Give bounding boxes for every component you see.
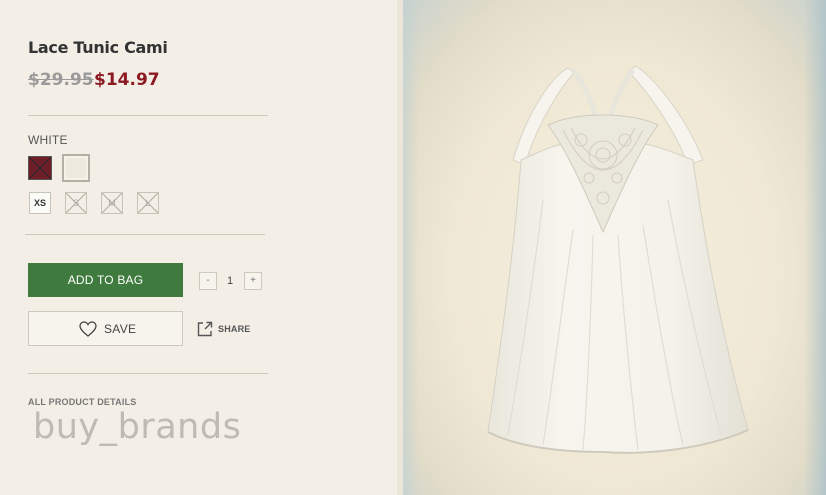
product-info-panel: Lace Tunic Cami $29.95 $14.97 WHITE XS S… <box>0 0 400 495</box>
divider <box>28 373 268 374</box>
size-label: M <box>108 198 116 208</box>
size-label: S <box>72 198 79 208</box>
color-swatch-red[interactable] <box>28 156 52 180</box>
size-option-m[interactable]: M <box>101 192 123 214</box>
divider <box>28 115 268 116</box>
size-label: XS <box>33 198 46 208</box>
save-label: SAVE <box>104 322 137 336</box>
size-option-s[interactable]: S <box>65 192 87 214</box>
size-option-l[interactable]: L <box>137 192 159 214</box>
size-option-xs[interactable]: XS <box>29 192 51 214</box>
sale-price: $14.97 <box>94 70 160 90</box>
all-product-details-link[interactable]: ALL PRODUCT DETAILS <box>28 397 136 407</box>
swatch-fill <box>66 158 86 178</box>
quantity-value[interactable]: 1 <box>222 272 238 290</box>
unavailable-cross-icon <box>29 157 51 179</box>
color-swatch-white[interactable] <box>62 154 90 182</box>
product-image[interactable] <box>403 0 826 495</box>
add-to-bag-button[interactable]: ADD TO BAG <box>28 263 183 297</box>
heart-icon <box>79 321 97 337</box>
watermark: buy_brands <box>33 407 242 447</box>
save-button[interactable]: SAVE <box>28 311 183 346</box>
product-title: Lace Tunic Cami <box>28 38 168 57</box>
quantity-increase-button[interactable]: + <box>244 272 262 290</box>
size-label: L <box>145 198 151 208</box>
original-price: $29.95 <box>28 70 94 90</box>
divider <box>25 234 265 235</box>
color-label: WHITE <box>28 133 68 147</box>
quantity-decrease-button[interactable]: - <box>199 272 217 290</box>
cami-top-illustration <box>487 65 749 454</box>
share-icon[interactable] <box>197 321 213 337</box>
share-link[interactable]: SHARE <box>218 324 251 334</box>
